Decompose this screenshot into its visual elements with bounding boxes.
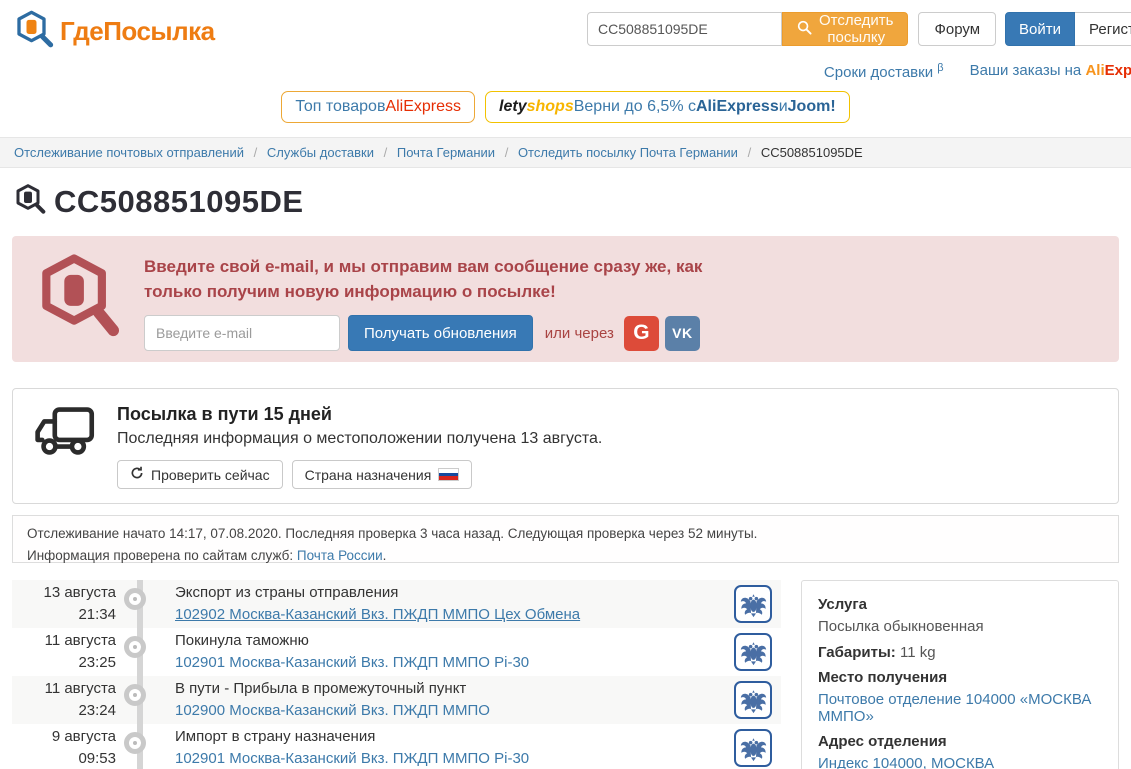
office-address-link[interactable]: Индекс 104000, МОСКВА xyxy=(818,755,1102,769)
forum-button[interactable]: Форум xyxy=(918,12,997,46)
check-info-line2: Информация проверена по сайтам служб: По… xyxy=(27,547,387,563)
subscribe-button[interactable]: Получать обновления xyxy=(348,315,533,352)
tracking-check-info: Отслеживание начато 14:17, 07.08.2020. П… xyxy=(12,515,1119,563)
check-info-line1: Отслеживание начато 14:17, 07.08.2020. П… xyxy=(27,526,758,541)
event-title: Экспорт из страны отправления xyxy=(175,583,399,601)
breadcrumb: Отслеживание почтовых отправлений / Служ… xyxy=(0,137,1131,168)
event-location-link[interactable]: 102902 Москва-Казанский Вкз. ПЖДП ММПО Ц… xyxy=(175,606,580,623)
aliexpress-orders-link[interactable]: Ваши заказы на AliExpress xyxy=(970,62,1131,81)
timeline-marker xyxy=(120,676,162,724)
event-location-link[interactable]: 102900 Москва-Казанский Вкз. ПЖДП ММПО xyxy=(175,702,490,719)
search-icon xyxy=(797,20,812,39)
pickup-place-label: Место получения xyxy=(818,669,948,686)
header-actions: Отследить посылку Форум Войти Регистраци… xyxy=(587,12,1131,46)
event-datetime: 9 августа 09:53 xyxy=(51,728,116,767)
breadcrumb-link[interactable]: Отследить посылку Почта Германии xyxy=(518,145,738,160)
russia-flag-icon xyxy=(438,468,460,481)
site-logo[interactable]: ГдеПосылка xyxy=(14,9,215,54)
timeline-marker xyxy=(120,580,162,628)
or-via-label: или через xyxy=(544,324,614,342)
service-value: Посылка обыкновенная xyxy=(818,618,984,635)
google-auth-icon[interactable]: G xyxy=(623,315,659,351)
breadcrumb-link[interactable]: Службы доставки xyxy=(267,145,374,160)
track-package-button[interactable]: Отследить посылку xyxy=(782,12,909,46)
russian-post-link[interactable]: Почта России xyxy=(297,548,383,563)
page-title: CC508851095DE xyxy=(54,183,304,219)
timeline-event: 11 августа 23:25 Покинула таможню 102901 … xyxy=(12,628,781,676)
event-location-link[interactable]: 102901 Москва-Казанский Вкз. ПЖДП ММПО P… xyxy=(175,654,529,671)
promo-banners: Топ товаров AliExpress lety shops Верни д… xyxy=(0,91,1131,123)
tracking-logo-icon xyxy=(14,183,46,220)
status-subtitle: Последняя информация о местоположении по… xyxy=(117,430,603,447)
page-title-block: CC508851095DE xyxy=(14,183,1131,220)
event-datetime: 13 августа 21:34 xyxy=(43,584,116,623)
main-content: 13 августа 21:34 Экспорт из страны отправ… xyxy=(12,580,1119,769)
package-details-sidebar: Услуга Посылка обыкновенная Габариты: 11… xyxy=(801,580,1119,769)
dimensions-row: Габариты: 11 kg xyxy=(818,644,936,661)
timeline-marker xyxy=(120,628,162,676)
email-subscribe-box: Введите свой e-mail, и мы отправим вам с… xyxy=(12,236,1119,362)
email-field[interactable] xyxy=(144,315,340,352)
vk-auth-icon[interactable]: VK xyxy=(664,315,700,351)
timeline-event: 13 августа 21:34 Экспорт из страны отправ… xyxy=(12,580,781,628)
event-title: В пути - Прибыла в промежуточный пункт xyxy=(175,679,467,697)
russian-post-eagle-icon[interactable] xyxy=(734,633,772,671)
email-subscribe-form: Получать обновления или через G VK xyxy=(144,315,744,352)
event-datetime: 11 августа 23:24 xyxy=(44,680,116,719)
event-datetime: 11 августа 23:25 xyxy=(44,632,116,671)
timeline-marker xyxy=(120,724,162,769)
russian-post-eagle-icon[interactable] xyxy=(734,729,772,767)
tracking-search-input[interactable] xyxy=(587,12,782,46)
secondary-links: Сроки доставки β Ваши заказы на AliExpre… xyxy=(0,62,1131,81)
office-address-label: Адрес отделения xyxy=(818,733,947,750)
russian-post-eagle-icon[interactable] xyxy=(734,585,772,623)
package-status-content: Посылка в пути 15 дней Последняя информа… xyxy=(117,404,603,489)
destination-country-button[interactable]: Страна назначения xyxy=(291,460,473,489)
check-now-button[interactable]: Проверить сейчас xyxy=(117,460,283,489)
pickup-place-link[interactable]: Почтовое отделение 104000 «МОСКВА ММПО» xyxy=(818,691,1102,725)
refresh-icon xyxy=(130,466,144,483)
letyshops-banner[interactable]: lety shops Верни до 6,5% с AliExpress и J… xyxy=(485,91,850,123)
service-label: Услуга xyxy=(818,596,867,613)
tracking-timeline: 13 августа 21:34 Экспорт из страны отправ… xyxy=(12,580,781,769)
logo-text: ГдеПосылка xyxy=(60,16,215,46)
status-buttons: Проверить сейчас Страна назначения xyxy=(117,460,602,489)
email-subscribe-message: Введите свой e-mail, и мы отправим вам с… xyxy=(144,257,703,301)
register-button[interactable]: Регистрация xyxy=(1075,12,1131,46)
top-goods-banner[interactable]: Топ товаров AliExpress xyxy=(281,91,476,123)
event-title: Покинула таможню xyxy=(175,631,309,649)
truck-icon xyxy=(33,404,99,488)
header: ГдеПосылка Отследить посылку Форум Войти… xyxy=(0,0,1131,58)
event-location-link[interactable]: 102901 Москва-Казанский Вкз. ПЖДП ММПО P… xyxy=(175,750,529,767)
login-button[interactable]: Войти xyxy=(1005,12,1076,46)
logo-icon xyxy=(14,9,54,54)
email-subscribe-content: Введите свой e-mail, и мы отправим вам с… xyxy=(144,252,744,352)
russian-post-eagle-icon[interactable] xyxy=(734,681,772,719)
breadcrumb-link[interactable]: Отслеживание почтовых отправлений xyxy=(14,145,244,160)
event-title: Импорт в страну назначения xyxy=(175,727,376,745)
auth-buttons: Войти Регистрация xyxy=(1005,12,1131,46)
breadcrumb-link[interactable]: Почта Германии xyxy=(397,145,495,160)
delivery-times-link[interactable]: Сроки доставки β xyxy=(824,62,944,81)
breadcrumb-current: CC508851095DE xyxy=(760,145,863,160)
timeline-event: 11 августа 23:24 В пути - Прибыла в проме… xyxy=(12,676,781,724)
package-search-icon xyxy=(38,252,120,346)
timeline-event: 9 августа 09:53 Импорт в страну назначени… xyxy=(12,724,781,769)
package-status-box: Посылка в пути 15 дней Последняя информа… xyxy=(12,388,1119,504)
status-title: Посылка в пути 15 дней xyxy=(117,404,332,424)
